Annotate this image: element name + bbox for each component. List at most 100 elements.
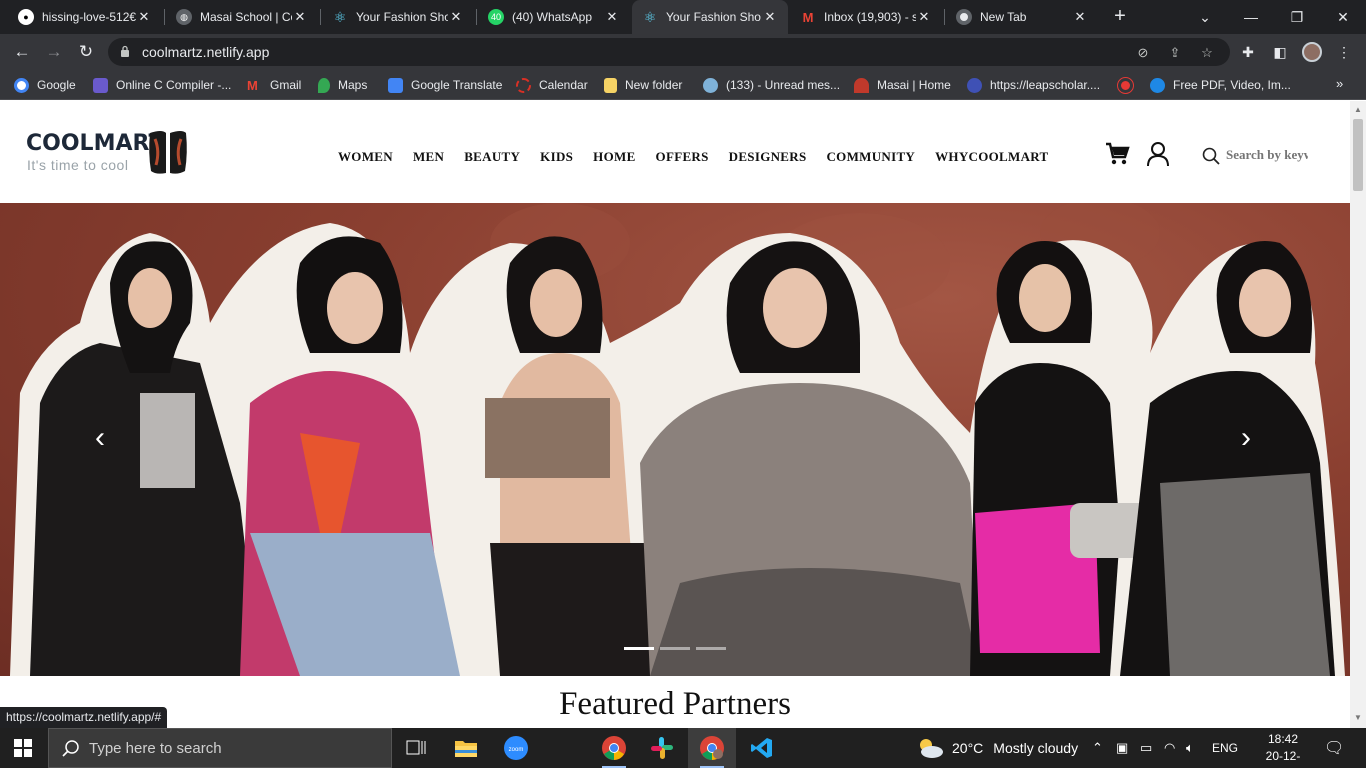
bookmark-new-folder[interactable]: New folder: [604, 76, 682, 94]
side-panel-icon[interactable]: ◧: [1270, 42, 1290, 62]
tab-title: New Tab: [980, 10, 1027, 24]
bookmark-red[interactable]: [1117, 76, 1141, 94]
volume-icon[interactable]: 🔈︎: [1186, 728, 1194, 768]
carousel-dot[interactable]: [696, 647, 726, 650]
minimize-button[interactable]: —: [1228, 0, 1274, 34]
tab-divider: [164, 9, 165, 25]
close-icon[interactable]: ✕: [448, 9, 464, 25]
browser-toolbar: ← → ↻ coolmartz.netlify.app ⊘ ⇪ ☆ ✚ ◧ ⋮: [0, 34, 1366, 70]
link-status-url: https://coolmartz.netlify.app/#: [0, 707, 168, 728]
maps-icon: [318, 77, 330, 93]
scroll-down-icon[interactable]: ▼: [1354, 713, 1362, 722]
taskbar-search-placeholder: Type here to search: [89, 740, 222, 757]
profile-avatar[interactable]: [1302, 42, 1322, 62]
carousel-next-button[interactable]: ›: [1234, 423, 1258, 453]
bookmark-calendar[interactable]: Calendar: [516, 76, 588, 94]
cart-icon[interactable]: [1104, 141, 1130, 167]
masai-icon: [854, 77, 869, 93]
bookmark-free-pdf[interactable]: Free PDF, Video, Im...: [1150, 76, 1291, 94]
tab-masai-school[interactable]: ◍ Masai School | Co ✕: [166, 0, 318, 34]
close-icon[interactable]: ✕: [1072, 9, 1088, 25]
close-icon[interactable]: ✕: [136, 9, 152, 25]
new-tab-button[interactable]: +: [1108, 4, 1132, 28]
nav-whycoolmart[interactable]: WHYCOOLMART: [935, 149, 1048, 165]
battery-icon[interactable]: ▭: [1140, 728, 1152, 768]
windows-start-icon[interactable]: [14, 739, 32, 757]
github-icon: ●: [18, 9, 34, 25]
bookmarks-overflow-icon[interactable]: »: [1336, 76, 1343, 91]
bookmark-google[interactable]: Google: [14, 76, 76, 94]
reload-button[interactable]: ↻: [74, 40, 98, 64]
page-scrollbar[interactable]: ▲ ▼: [1350, 101, 1366, 728]
close-window-button[interactable]: ✕: [1320, 0, 1366, 34]
forward-button[interactable]: →: [42, 40, 66, 64]
share-icon[interactable]: ⇪: [1166, 44, 1184, 62]
site-logo[interactable]: COOLMART It's time to cool: [26, 127, 191, 179]
url-text[interactable]: coolmartz.netlify.app: [142, 44, 269, 60]
zoom-icon[interactable]: zoom: [492, 728, 540, 768]
tab-divider: [944, 9, 945, 25]
task-view-icon[interactable]: [392, 728, 440, 768]
close-icon[interactable]: ✕: [762, 9, 778, 25]
close-icon[interactable]: ✕: [604, 9, 620, 25]
close-icon[interactable]: ✕: [292, 9, 308, 25]
main-nav: WOMEN MEN BEAUTY KIDS HOME OFFERS DESIGN…: [338, 149, 1068, 165]
nav-women[interactable]: WOMEN: [338, 149, 393, 165]
nav-men[interactable]: MEN: [413, 149, 444, 165]
eye-slash-icon[interactable]: ⊘: [1134, 44, 1152, 62]
bookmark-maps[interactable]: Maps: [318, 76, 367, 94]
nav-offers[interactable]: OFFERS: [656, 149, 709, 165]
address-bar[interactable]: coolmartz.netlify.app ⊘ ⇪ ☆: [108, 38, 1230, 66]
bookmark-google-translate[interactable]: Google Translate: [388, 76, 502, 94]
carousel-dot[interactable]: [660, 647, 690, 650]
nav-designers[interactable]: DESIGNERS: [729, 149, 807, 165]
tab-title: hissing-love-512€: [42, 10, 136, 24]
vscode-icon[interactable]: [738, 728, 786, 768]
tab-gmail-inbox[interactable]: M Inbox (19,903) - s ✕: [790, 0, 942, 34]
tab-fashion-shop-active[interactable]: ⚛ Your Fashion Sho ✕: [632, 0, 788, 34]
bookmark-star-icon[interactable]: ☆: [1198, 44, 1216, 62]
notifications-icon[interactable]: 🗨︎: [1324, 728, 1344, 768]
search-icon[interactable]: [1202, 147, 1220, 165]
language-indicator[interactable]: ENG: [1212, 728, 1238, 768]
extensions-icon[interactable]: ✚: [1238, 42, 1258, 62]
bookmark-unread-messages[interactable]: (133) - Unread mes...: [703, 76, 840, 94]
tab-divider: [320, 9, 321, 25]
bookmark-leapscholar[interactable]: https://leapscholar....: [967, 76, 1100, 94]
tab-whatsapp[interactable]: 40 (40) WhatsApp ✕: [478, 0, 630, 34]
user-account-icon[interactable]: [1146, 141, 1170, 167]
tab-fashion-shop[interactable]: ⚛ Your Fashion Sho ✕: [322, 0, 474, 34]
weather-widget[interactable]: 20°C Mostly cloudy: [916, 728, 1078, 768]
tab-search-icon[interactable]: ⌄: [1182, 0, 1228, 34]
scroll-up-icon[interactable]: ▲: [1354, 105, 1362, 114]
tab-github[interactable]: ● hissing-love-512€ ✕: [8, 0, 162, 34]
nav-community[interactable]: COMMUNITY: [826, 149, 915, 165]
nav-beauty[interactable]: BEAUTY: [464, 149, 520, 165]
chrome-icon[interactable]: [590, 728, 638, 768]
menu-kebab-icon[interactable]: ⋮: [1334, 42, 1354, 62]
tab-new-tab[interactable]: New Tab ✕: [946, 0, 1098, 34]
back-button[interactable]: ←: [10, 40, 34, 64]
clock[interactable]: 18:42 20-12-2022: [1258, 731, 1308, 782]
carousel-dot[interactable]: [624, 647, 654, 650]
bookmark-gmail[interactable]: M Gmail: [247, 76, 301, 94]
show-hidden-icons-icon[interactable]: ⌃: [1092, 728, 1103, 768]
wifi-icon[interactable]: ◠: [1164, 728, 1175, 768]
bookmark-masai-home[interactable]: Masai | Home: [854, 76, 951, 94]
slack-icon[interactable]: [638, 728, 686, 768]
file-explorer-icon[interactable]: [442, 728, 490, 768]
close-icon[interactable]: ✕: [916, 9, 932, 25]
chrome-profile-icon[interactable]: [688, 728, 736, 768]
cloudy-weather-icon: [920, 739, 943, 758]
meet-now-icon[interactable]: ▣: [1116, 728, 1128, 768]
carousel-prev-button[interactable]: ‹: [88, 423, 112, 453]
nav-kids[interactable]: KIDS: [540, 149, 573, 165]
scrollbar-thumb[interactable]: [1353, 119, 1363, 191]
bookmark-online-c-compiler[interactable]: Online C Compiler -...: [93, 76, 231, 94]
nav-home[interactable]: HOME: [593, 149, 635, 165]
lock-icon[interactable]: [120, 45, 130, 57]
restore-button[interactable]: ❐: [1274, 0, 1320, 34]
taskbar-search[interactable]: Type here to search: [48, 728, 392, 768]
search-input[interactable]: [1226, 145, 1308, 165]
gmail-icon: M: [802, 9, 814, 25]
